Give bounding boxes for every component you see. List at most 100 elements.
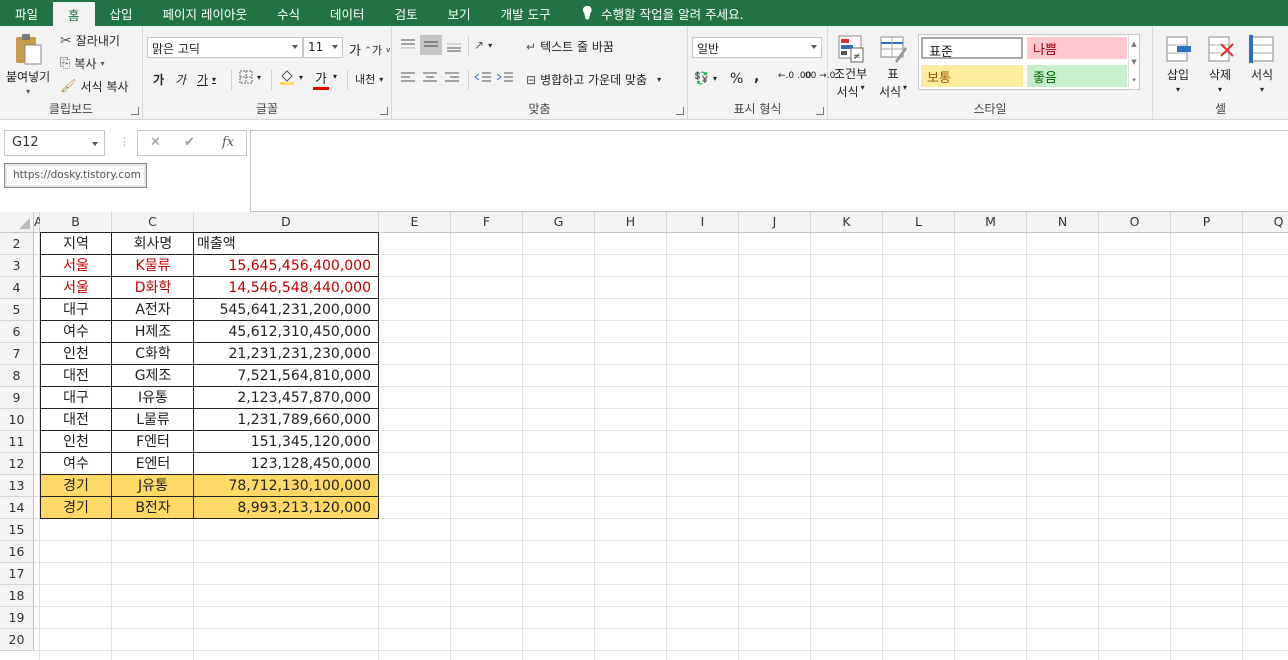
cell-region[interactable]: 인천 <box>40 343 112 365</box>
increase-indent-icon[interactable] <box>496 71 514 85</box>
tab-6[interactable]: 검토 <box>380 0 433 26</box>
column-header-B[interactable]: B <box>40 212 112 233</box>
gallery-scroll[interactable]: ▲ ▼ ▾ <box>1128 35 1139 89</box>
tab-8[interactable]: 개발 도구 <box>486 0 566 26</box>
cell-company[interactable]: I유통 <box>112 387 194 409</box>
cell-region[interactable]: 서울 <box>40 277 112 299</box>
cell-region[interactable]: 대전 <box>40 365 112 387</box>
column-header-C[interactable]: C <box>112 212 194 233</box>
cell-company[interactable]: B전자 <box>112 497 194 519</box>
cell-region[interactable]: 여수 <box>40 453 112 475</box>
cell-sales[interactable]: 123,128,450,000 <box>194 453 379 475</box>
column-header-E[interactable]: E <box>379 212 451 233</box>
tab-4[interactable]: 수식 <box>262 0 315 26</box>
cell-region[interactable]: 대구 <box>40 299 112 321</box>
column-header-G[interactable]: G <box>523 212 595 233</box>
column-header-N[interactable]: N <box>1027 212 1099 233</box>
column-header-K[interactable]: K <box>811 212 883 233</box>
fill-color-button[interactable]: ▾ <box>279 68 303 86</box>
cell-region[interactable]: 여수 <box>40 321 112 343</box>
copy-button[interactable]: ⎘ 복사 ▾ <box>60 55 105 72</box>
cell-company[interactable]: L물류 <box>112 409 194 431</box>
row-header-4[interactable]: 4 <box>0 277 34 299</box>
column-header-Q[interactable]: Q <box>1243 212 1288 233</box>
cell-sales[interactable]: 78,712,130,100,000 <box>194 475 379 497</box>
style-bad[interactable]: 나쁨 <box>1027 37 1127 59</box>
row-header-8[interactable]: 8 <box>0 365 34 387</box>
chevron-up-icon[interactable]: ▲ <box>1129 35 1139 53</box>
cancel-icon[interactable]: ✕ <box>150 135 161 150</box>
tab-3[interactable]: 페이지 레이아웃 <box>148 0 262 26</box>
column-header-I[interactable]: I <box>667 212 739 233</box>
cell-region[interactable]: 경기 <box>40 497 112 519</box>
tab-2[interactable]: 삽입 <box>95 0 148 26</box>
name-box[interactable]: G12 <box>4 130 105 156</box>
cut-button[interactable]: ✂ 잘라내기 <box>60 32 120 49</box>
merge-center-button[interactable]: ⊟ 병합하고 가운데 맞춤 ▾ <box>526 71 661 88</box>
insert-cells-button[interactable]: 삽입 ▾ <box>1163 34 1193 94</box>
row-header-14[interactable]: 14 <box>0 497 34 519</box>
row-header-18[interactable]: 18 <box>0 585 34 607</box>
chevron-down-icon[interactable]: ▾ <box>333 72 337 81</box>
cell-company[interactable]: A전자 <box>112 299 194 321</box>
row-header-7[interactable]: 7 <box>0 343 34 365</box>
insert-function-icon[interactable]: fx <box>222 135 234 150</box>
borders-button[interactable]: ▾ <box>239 70 261 84</box>
paste-button[interactable]: 붙여넣기 ▾ <box>6 32 50 96</box>
cell-region[interactable]: 대전 <box>40 409 112 431</box>
bold-button[interactable]: 가 <box>153 71 164 88</box>
wrap-text-button[interactable]: ↵ 텍스트 줄 바꿈 <box>526 38 614 55</box>
align-right-icon[interactable] <box>444 71 460 85</box>
chevron-down-icon[interactable] <box>92 142 98 146</box>
format-as-table-button[interactable]: 표 서식 ▾ <box>878 34 908 100</box>
more-icon[interactable]: ▾ <box>1129 71 1139 89</box>
cell-sales[interactable]: 45,612,310,450,000 <box>194 321 379 343</box>
italic-button[interactable]: 가 <box>175 71 186 88</box>
row-header-12[interactable]: 12 <box>0 453 34 475</box>
cell-sales[interactable]: 2,123,457,870,000 <box>194 387 379 409</box>
row-header-9[interactable]: 9 <box>0 387 34 409</box>
cell-company[interactable]: D화학 <box>112 277 194 299</box>
row-header-19[interactable]: 19 <box>0 607 34 629</box>
header-cell-company[interactable]: 회사명 <box>112 233 194 255</box>
dialog-launcher-icon[interactable] <box>131 107 139 115</box>
column-header-H[interactable]: H <box>595 212 667 233</box>
font-color-button[interactable]: 가 <box>313 68 329 90</box>
row-header-2[interactable]: 2 <box>0 233 34 255</box>
percent-button[interactable]: % <box>730 71 743 87</box>
cell-sales[interactable]: 545,641,231,200,000 <box>194 299 379 321</box>
format-cells-button[interactable]: 서식 ▾ <box>1247 34 1277 94</box>
row-header-3[interactable]: 3 <box>0 255 34 277</box>
formula-input[interactable] <box>250 130 1288 212</box>
tell-me-box[interactable]: 💡 수행할 작업을 알려 주세요. <box>566 0 744 26</box>
column-header-O[interactable]: O <box>1099 212 1171 233</box>
cell-region[interactable]: 인천 <box>40 431 112 453</box>
column-header-J[interactable]: J <box>739 212 811 233</box>
cell-company[interactable]: C화학 <box>112 343 194 365</box>
cell-sales[interactable]: 15,645,456,400,000 <box>194 255 379 277</box>
tab-5[interactable]: 데이터 <box>315 0 380 26</box>
dialog-launcher-icon[interactable] <box>380 107 388 115</box>
comma-button[interactable]: , <box>754 69 759 85</box>
underline-button[interactable]: 가 ▾ <box>197 71 216 88</box>
dialog-launcher-icon[interactable] <box>676 107 684 115</box>
cell-company[interactable]: G제조 <box>112 365 194 387</box>
cell-sales[interactable]: 14,546,548,440,000 <box>194 277 379 299</box>
cell-sales[interactable]: 7,521,564,810,000 <box>194 365 379 387</box>
cell-sales[interactable]: 8,993,213,120,000 <box>194 497 379 519</box>
cell-company[interactable]: F엔터 <box>112 431 194 453</box>
column-header-L[interactable]: L <box>883 212 955 233</box>
style-neutral[interactable]: 보통 <box>921 65 1023 87</box>
align-top-icon[interactable] <box>400 38 416 52</box>
shrink-font-button[interactable]: 가v <box>372 42 390 58</box>
align-left-icon[interactable] <box>400 71 416 85</box>
cell-region[interactable]: 대구 <box>40 387 112 409</box>
header-cell-region[interactable]: 지역 <box>40 233 112 255</box>
column-header-F[interactable]: F <box>451 212 523 233</box>
enter-icon[interactable]: ✔ <box>184 135 195 150</box>
row-header-16[interactable]: 16 <box>0 541 34 563</box>
style-normal[interactable]: 표준 <box>921 37 1023 60</box>
accounting-format-button[interactable]: 💱 ▾ <box>694 71 717 85</box>
row-header-5[interactable]: 5 <box>0 299 34 321</box>
delete-cells-button[interactable]: 삭제 ▾ <box>1205 34 1235 94</box>
